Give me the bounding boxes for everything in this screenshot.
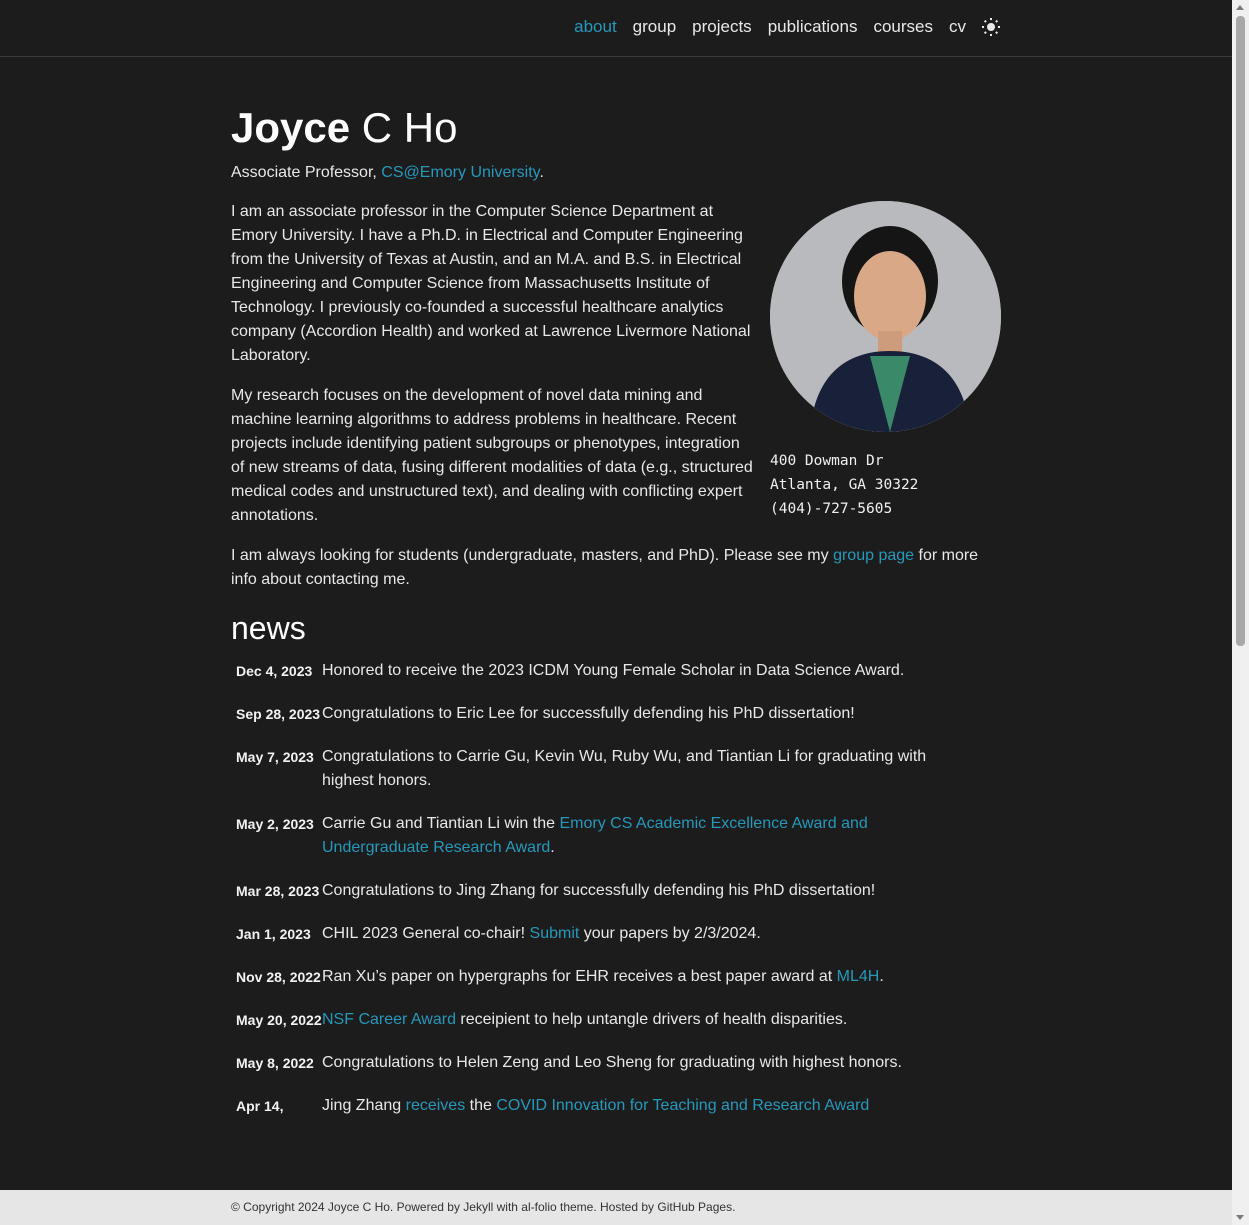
news-item: May 20, 2022 NSF Career Award receipient …	[231, 1008, 1001, 1032]
sun-icon[interactable]	[982, 18, 1000, 36]
nav-item-group[interactable]: group	[633, 17, 676, 37]
bio-paragraph-2: My research focuses on the development o…	[231, 387, 753, 524]
news-text: Congratulations to Jing Zhang for succes…	[322, 879, 972, 903]
news-item: May 8, 2022 Congratulations to Helen Zeng…	[231, 1051, 1001, 1075]
news-date: Apr 14,	[236, 1098, 284, 1114]
bio-paragraph-1: I am an associate professor in the Compu…	[231, 203, 751, 364]
news-text: Honored to receive the 2023 ICDM Young F…	[322, 659, 972, 683]
news-item: Sep 28, 2023 Congratulations to Eric Lee …	[231, 702, 1001, 726]
navbar: about group projects publications courses cv	[0, 0, 1232, 57]
news-text: Congratulations to Helen Zeng and Leo Sh…	[322, 1051, 972, 1075]
title-rest-name: C Ho	[361, 104, 458, 151]
news-date: Jan 1, 2023	[236, 926, 311, 942]
news-item: Dec 4, 2023 Honored to receive the 2023 I…	[231, 659, 1001, 683]
news-item: Apr 14, Jing Zhang receives the COVID Inn…	[231, 1094, 1001, 1118]
nav-item-cv[interactable]: cv	[949, 17, 966, 37]
emory-cs-link[interactable]: CS@Emory University	[381, 164, 539, 181]
profile-photo	[770, 201, 1001, 432]
address-line: Atlanta, GA 30322	[770, 477, 919, 493]
bio-paragraph-3: I am always looking for students (underg…	[231, 544, 1001, 592]
news-item: Nov 28, 2022 Ran Xu’s paper on hypergraph…	[231, 965, 1001, 989]
news-item: Mar 28, 2023 Congratulations to Jing Zhan…	[231, 879, 1001, 903]
news-text-part: Congratulations to Jing Zhang for succes…	[322, 882, 876, 899]
vertical-scrollbar[interactable]	[1232, 0, 1249, 1225]
news-link[interactable]: COVID Innovation for Teaching and Resear…	[496, 1097, 869, 1114]
news-text-part: Congratulations to Eric Lee for successf…	[322, 705, 855, 722]
news-text: Congratulations to Eric Lee for successf…	[322, 702, 972, 726]
news-text: Jing Zhang receives the COVID Innovation…	[322, 1094, 972, 1118]
scroll-thumb[interactable]	[1236, 16, 1245, 646]
nav-item-about[interactable]: about	[574, 17, 617, 37]
bio: I am an associate professor in the Compu…	[231, 200, 756, 528]
news-date: May 20, 2022	[236, 1012, 322, 1028]
desc-suffix: .	[539, 164, 544, 181]
news-text-part: Congratulations to Carrie Gu, Kevin Wu, …	[322, 748, 927, 789]
news-text-part: CHIL 2023 General co-chair!	[322, 925, 530, 942]
news-text-part: Congratulations to Helen Zeng and Leo Sh…	[322, 1054, 902, 1071]
p3-prefix: I am always looking for students (underg…	[231, 547, 834, 564]
title-first-name: Joyce	[231, 104, 351, 151]
news-text-part: .	[879, 968, 884, 985]
group-page-link[interactable]: group page	[833, 547, 914, 564]
scroll-down-arrow-icon[interactable]	[1236, 1215, 1244, 1220]
footer-text: © Copyright 2024 Joyce C Ho. Powered by …	[231, 1200, 736, 1214]
news-text: CHIL 2023 General co-chair! Submit your …	[322, 922, 972, 946]
nav-item-courses[interactable]: courses	[873, 17, 933, 37]
news-text-part: Carrie Gu and Tiantian Li win the	[322, 815, 560, 832]
news-link[interactable]: receives	[406, 1097, 466, 1114]
nav-menu: about group projects publications courses cv	[558, 17, 1000, 37]
profile: 400 Dowman Dr Atlanta, GA 30322 (404)-727-…	[770, 201, 1001, 521]
news-date: May 7, 2023	[236, 749, 314, 765]
scroll-up-arrow-icon[interactable]	[1236, 5, 1244, 10]
page-description: Associate Professor, CS@Emory University…	[231, 162, 1001, 184]
news-text: Carrie Gu and Tiantian Li win the Emory …	[322, 812, 972, 860]
news-date: May 8, 2022	[236, 1055, 314, 1071]
news-heading: news	[231, 610, 306, 646]
news-text-part: Honored to receive the 2023 ICDM Young F…	[322, 662, 905, 679]
news-text: Ran Xu’s paper on hypergraphs for EHR re…	[322, 965, 972, 989]
desc-prefix: Associate Professor,	[231, 164, 382, 181]
news-item: May 2, 2023 Carrie Gu and Tiantian Li win…	[231, 812, 1001, 860]
profile-photo-figure	[770, 201, 1001, 432]
news-link[interactable]: ML4H	[837, 968, 880, 985]
footer: © Copyright 2024 Joyce C Ho. Powered by …	[0, 1190, 1232, 1225]
news-list: Dec 4, 2023 Honored to receive the 2023 I…	[231, 659, 1001, 1118]
news-text-part: Jing Zhang	[322, 1097, 406, 1114]
main-content: Joyce C Ho Associate Professor, CS@Emory…	[231, 100, 1001, 1137]
news-text-part: receipient to help untangle drivers of h…	[455, 1011, 848, 1028]
address-line: 400 Dowman Dr	[770, 453, 884, 469]
news-item: Jan 1, 2023 CHIL 2023 General co-chair! S…	[231, 922, 1001, 946]
news-date: Mar 28, 2023	[236, 883, 320, 899]
news-text: NSF Career Award receipient to help unta…	[322, 1008, 972, 1032]
news-date: May 2, 2023	[236, 816, 314, 832]
page-title: Joyce C Ho	[231, 100, 1001, 156]
news-link[interactable]: Submit	[530, 925, 580, 942]
news-text-part: your papers by 2/3/2024.	[579, 925, 761, 942]
nav-item-publications[interactable]: publications	[768, 17, 858, 37]
news-date: Sep 28, 2023	[236, 706, 321, 722]
nav-item-projects[interactable]: projects	[692, 17, 752, 37]
news-text-part: Ran Xu’s paper on hypergraphs for EHR re…	[322, 968, 837, 985]
news-text: Congratulations to Carrie Gu, Kevin Wu, …	[322, 745, 972, 793]
news-text-part: the	[465, 1097, 497, 1114]
contact-address: 400 Dowman Dr Atlanta, GA 30322 (404)-727-…	[770, 449, 1001, 521]
news-date: Nov 28, 2022	[236, 969, 321, 985]
news-text-part: .	[550, 839, 555, 856]
news-item: May 7, 2023 Congratulations to Carrie Gu,…	[231, 745, 1001, 793]
news-date: Dec 4, 2023	[236, 663, 313, 679]
news-link[interactable]: NSF Career Award	[322, 1011, 456, 1028]
address-line: (404)-727-5605	[770, 501, 893, 517]
